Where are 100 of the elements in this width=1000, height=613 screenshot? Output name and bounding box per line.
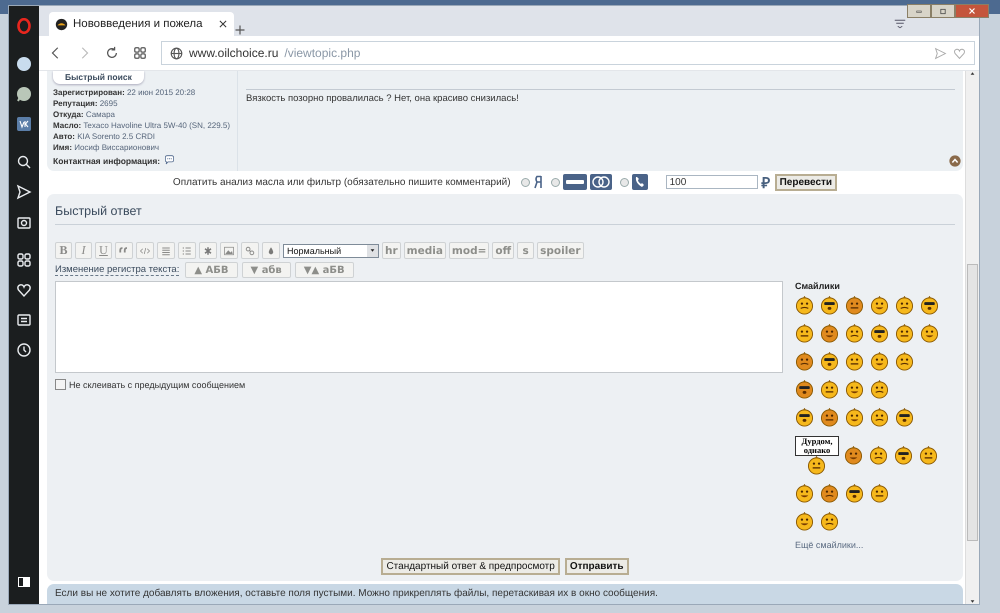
smiley-icon[interactable]	[845, 324, 864, 343]
reload-icon[interactable]	[105, 46, 119, 60]
format-button[interactable]: I	[75, 242, 92, 259]
toolbar-button[interactable]	[157, 242, 175, 259]
smiley-icon[interactable]	[807, 456, 826, 475]
checkbox[interactable]	[55, 379, 66, 390]
smiley-icon[interactable]	[845, 352, 864, 371]
tag-button[interactable]: media	[404, 242, 446, 259]
toolbar-button[interactable]	[262, 242, 280, 259]
dropdown-icon	[369, 248, 376, 253]
tag-button[interactable]: mod=	[448, 242, 490, 259]
smiley-icon[interactable]	[895, 324, 914, 343]
minimize-icon[interactable]	[915, 8, 923, 14]
amount-field[interactable]: 100	[666, 175, 758, 190]
smiley-icon[interactable]	[870, 380, 889, 399]
tag-button[interactable]: s	[517, 242, 534, 259]
smiley-icon[interactable]	[795, 352, 814, 371]
transfer-button[interactable]: Перевести	[774, 174, 838, 191]
payment-radio[interactable]	[620, 178, 629, 187]
smiley-icon[interactable]	[895, 408, 914, 427]
scrollbar[interactable]	[965, 71, 979, 604]
smiley-icon[interactable]	[795, 484, 814, 503]
heart-icon[interactable]	[16, 282, 32, 298]
smiley-icon[interactable]	[869, 446, 888, 465]
smiley-icon[interactable]	[895, 296, 914, 315]
smiley-icon[interactable]	[795, 380, 814, 399]
case-button[interactable]: ▼ абв	[242, 262, 291, 278]
smiley-icon[interactable]	[820, 324, 839, 343]
close-icon[interactable]	[218, 19, 228, 29]
smiley-icon[interactable]	[820, 296, 839, 315]
quick-search-tab[interactable]: Быстрый поиск	[53, 71, 144, 84]
card-circles-icon	[590, 174, 612, 190]
close-window-button[interactable]	[955, 4, 989, 18]
list-icon	[160, 244, 172, 256]
scroll-down-icon[interactable]	[969, 599, 976, 604]
currency-sign: ₽	[762, 174, 771, 192]
smiley-icon[interactable]	[795, 324, 814, 343]
payment-radio[interactable]	[520, 178, 530, 187]
smiley-icon[interactable]	[820, 352, 839, 371]
smiley-icon[interactable]	[894, 446, 913, 465]
smiley-icon[interactable]	[820, 380, 839, 399]
payment-radio[interactable]	[550, 178, 560, 187]
smiley-icon[interactable]	[795, 408, 814, 427]
smiley-icon[interactable]	[820, 408, 839, 427]
format-button[interactable]: B	[55, 242, 72, 259]
smiley-icon[interactable]	[795, 296, 814, 315]
smiley-icon[interactable]	[870, 484, 889, 503]
sidebar-toggle-icon[interactable]	[16, 574, 32, 590]
toolbar-button[interactable]	[178, 242, 196, 259]
smiley-icon[interactable]	[820, 512, 839, 531]
tag-button[interactable]: off	[492, 242, 514, 259]
news-icon[interactable]	[16, 312, 32, 328]
speech-bubble-icon[interactable]	[163, 155, 176, 166]
scroll-top-icon[interactable]	[949, 154, 961, 167]
attachments-note: Если вы не хотите добавлять вложения, оставьте поля пустыми. Можно прикреплять файлы, перетаскивая их в окно сообщения.	[47, 584, 963, 604]
search-icon[interactable]	[16, 154, 32, 170]
quick-reply-title: Быстрый ответ	[55, 200, 955, 225]
toolbar-button[interactable]	[136, 242, 154, 259]
toolbar-button[interactable]	[115, 242, 133, 259]
menu-icon[interactable]	[893, 18, 907, 30]
maximize-icon[interactable]	[939, 8, 947, 14]
toolbar-button[interactable]	[220, 242, 238, 259]
smiley-icon[interactable]	[820, 484, 839, 503]
smiley-icon[interactable]	[845, 380, 864, 399]
new-tab-icon[interactable]	[234, 24, 246, 36]
smiley-icon[interactable]	[870, 352, 889, 371]
case-button[interactable]: ▼▲ аБВ	[294, 262, 354, 278]
favicon-icon	[55, 18, 68, 30]
smiley-icon[interactable]	[870, 408, 889, 427]
smiley-icon[interactable]	[845, 408, 864, 427]
toolbar-button[interactable]	[241, 242, 259, 259]
smiley-icon[interactable]	[844, 446, 863, 465]
smiley-icon[interactable]	[845, 484, 864, 503]
globe-icon	[170, 46, 183, 60]
clock-icon[interactable]	[16, 342, 32, 358]
tag-button[interactable]: hr	[382, 242, 401, 259]
grid-icon[interactable]	[16, 252, 32, 268]
message-field[interactable]	[55, 281, 783, 373]
square-logo-icon[interactable]	[16, 116, 32, 132]
browser-tab[interactable]: Нововведения и пожела	[49, 12, 234, 36]
smiley-icon[interactable]	[895, 352, 914, 371]
toolbar-button[interactable]	[199, 242, 217, 259]
more-smileys-link[interactable]: Ещё смайлики...	[795, 540, 955, 550]
size-select[interactable]: Нормальный	[283, 244, 379, 258]
smiley-icon[interactable]	[870, 296, 889, 315]
smiley-icon[interactable]	[845, 296, 864, 315]
opera-logo-icon[interactable]	[16, 18, 32, 34]
smiley-icon[interactable]	[920, 296, 939, 315]
submit-button[interactable]: Стандартный ответ & предпросмотр	[381, 558, 560, 575]
tag-button[interactable]: spoiler	[537, 242, 584, 259]
case-label: Изменение регистра текста:	[55, 264, 180, 276]
maximize-button[interactable]	[931, 4, 955, 18]
smiley-icon[interactable]	[870, 324, 889, 343]
format-button[interactable]: U	[95, 242, 112, 259]
smiley-icon[interactable]	[795, 512, 814, 531]
submit-button[interactable]: Отправить	[564, 558, 629, 575]
tiles-icon[interactable]	[133, 46, 147, 60]
case-button[interactable]: ▲ АБВ	[185, 262, 238, 278]
smiley-icon[interactable]	[920, 324, 939, 343]
smiley-icon[interactable]	[919, 446, 938, 465]
